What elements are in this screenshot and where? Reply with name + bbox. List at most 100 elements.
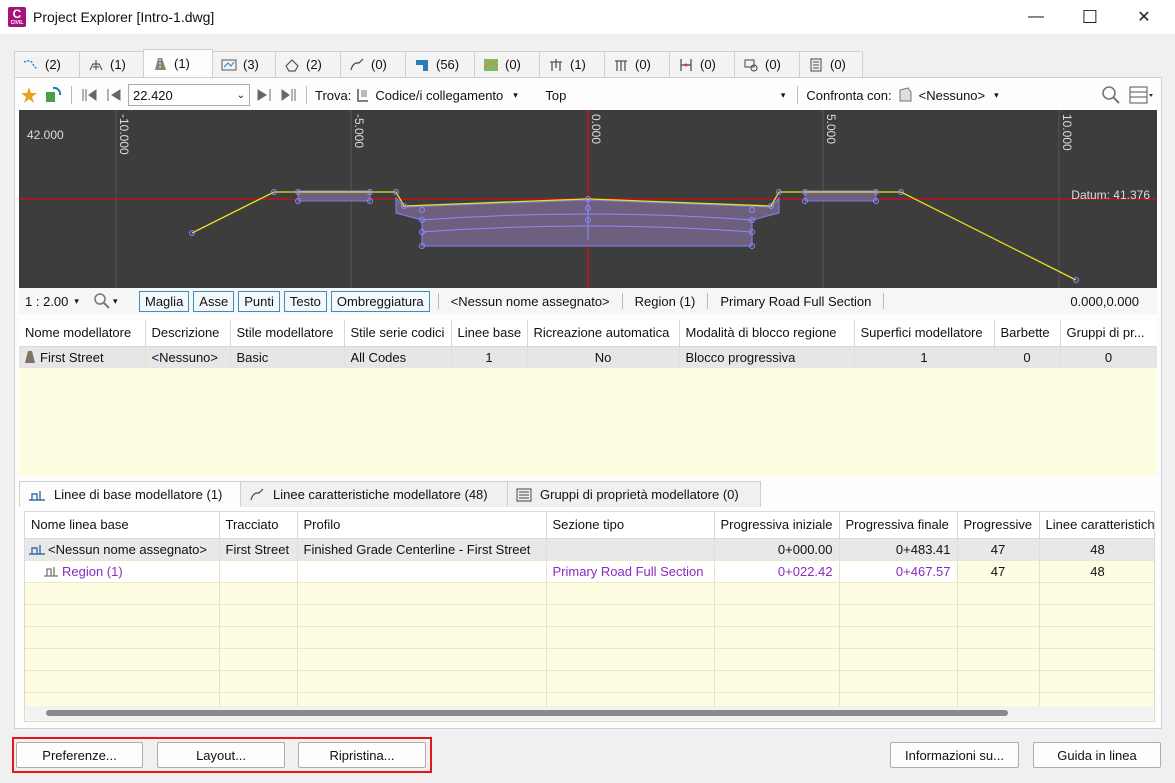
restore-button[interactable]: Ripristina... <box>298 742 426 768</box>
toggle-mesh-button[interactable]: Maglia <box>139 290 190 312</box>
maximize-button[interactable]: ☐ <box>1067 0 1113 34</box>
column-header[interactable]: Linee caratteristich <box>1039 512 1154 539</box>
column-header[interactable]: Ricreazione automatica <box>527 320 680 347</box>
view-controls-bar: 1 : 2.00 ▾ ▾ Maglia Asse Punti Testo Omb… <box>19 288 1157 314</box>
object-type-tabs: (2) (1) (1) (3) (2) (0) (56) (0) (1) (0)… <box>14 49 863 77</box>
column-header[interactable]: Nome linea base <box>25 512 220 539</box>
offset-label: -10.000 <box>117 114 131 155</box>
tab-alignments[interactable]: (2) <box>14 51 80 77</box>
baseline-icon <box>29 490 45 501</box>
intersection-icon <box>615 59 627 71</box>
table-row[interactable]: Region (1) Primary Road Full Section 0+0… <box>25 560 1154 583</box>
column-header[interactable]: Tracciato <box>219 512 298 539</box>
tab-subassemblies[interactable]: (1) <box>539 51 605 77</box>
table-row[interactable]: <Nessun nome assegnato> First Street Fin… <box>25 538 1154 561</box>
current-assembly: Primary Road Full Section <box>720 293 872 309</box>
offset-label: 0.000 <box>589 114 603 144</box>
table-header-row: Nome linea base Tracciato Profilo Sezion… <box>25 512 1154 539</box>
toolbar-separator <box>71 86 72 104</box>
tab-profiles[interactable]: (3) <box>212 51 276 77</box>
column-header[interactable]: Progressive <box>957 512 1040 539</box>
last-station-icon[interactable] <box>278 85 298 105</box>
baseline-icon <box>29 544 45 555</box>
column-header[interactable]: Linee base <box>451 320 528 347</box>
offset-label: 10.000 <box>1060 114 1074 151</box>
chevron-down-icon: ▾ <box>994 89 999 100</box>
view-frame-icon <box>744 59 758 71</box>
scrollbar-thumb[interactable] <box>46 710 1008 716</box>
tab-assemblies[interactable]: (1) <box>79 51 144 77</box>
table-row <box>25 582 1154 605</box>
current-region: Region (1) <box>634 293 696 309</box>
compare-combo[interactable]: <Nessuno> ▾ <box>896 86 999 104</box>
column-header[interactable]: Superfici modellatore <box>854 320 995 347</box>
column-header[interactable]: Profilo <box>297 512 547 539</box>
table-row <box>25 670 1154 693</box>
corridor-icon <box>155 57 166 70</box>
toggle-points-button[interactable]: Punti <box>238 290 280 312</box>
column-header[interactable]: Progressiva finale <box>839 512 958 539</box>
corridor-icon <box>25 350 35 363</box>
zoom-magnifier-icon[interactable] <box>1101 85 1121 105</box>
tab-view-frames[interactable]: (0) <box>734 51 800 77</box>
new-star-icon[interactable] <box>19 85 39 105</box>
column-header[interactable]: Gruppi di pr... <box>1060 320 1157 347</box>
tab-pipe-networks[interactable]: (56) <box>405 51 475 77</box>
zoom-combo[interactable]: ▾ <box>93 292 135 310</box>
property-set-icon <box>516 488 532 501</box>
tab-baselines[interactable]: Linee di base modellatore (1) <box>19 481 241 507</box>
minimize-button[interactable]: — <box>1013 0 1059 34</box>
scale-combo[interactable]: 1 : 2.00 ▾ <box>25 294 89 309</box>
column-header[interactable]: Stile serie codici <box>344 320 452 347</box>
about-button[interactable]: Informazioni su... <box>890 742 1019 768</box>
tab-sample-lines[interactable]: (0) <box>669 51 735 77</box>
chevron-down-icon: ▾ <box>780 89 786 100</box>
table-row[interactable]: First Street <Nessuno> Basic All Codes 1… <box>19 346 1157 368</box>
find-type-combo[interactable]: Codice/i collegamento ▾ <box>355 87 537 103</box>
station-combo[interactable]: 22.420 ⌄ <box>128 84 250 106</box>
find-text-combo[interactable]: Top ▾ <box>541 84 790 106</box>
subassembly-icon <box>550 58 562 71</box>
toggle-shading-button[interactable]: Ombreggiatura <box>330 290 430 312</box>
find-label: Trova: <box>315 87 352 103</box>
column-header[interactable]: Progressiva iniziale <box>714 512 840 539</box>
column-header[interactable]: Barbette <box>994 320 1061 347</box>
elevation-label: 42.000 <box>27 128 64 142</box>
tab-feature-lines[interactable]: (0) <box>340 51 406 77</box>
layout-menu-icon[interactable] <box>1125 85 1157 105</box>
link-code-icon <box>357 89 369 102</box>
app-logo-icon: C CIVIL <box>8 7 26 27</box>
tab-property-sets[interactable]: Gruppi di proprietà modellatore (0) <box>507 481 761 507</box>
toggle-axis-button[interactable]: Asse <box>193 290 235 312</box>
column-header[interactable]: Descrizione <box>145 320 231 347</box>
table-row <box>25 604 1154 627</box>
column-header[interactable]: Sezione tipo <box>546 512 715 539</box>
tab-corridors[interactable]: (1) <box>143 49 213 77</box>
window-title: Project Explorer [Intro-1.dwg] <box>33 9 215 25</box>
toggle-text-button[interactable]: Testo <box>283 290 327 312</box>
compare-label: Confronta con: <box>806 87 892 103</box>
feature-line-icon <box>350 58 364 70</box>
surface-icon <box>285 58 299 72</box>
tab-grading[interactable]: (0) <box>474 51 540 77</box>
toolbar-separator <box>797 86 799 104</box>
refresh-icon[interactable] <box>43 85 63 105</box>
tab-feature-lines[interactable]: Linee caratteristiche modellatore (48) <box>240 481 508 507</box>
toolbar-separator <box>306 86 307 104</box>
online-help-button[interactable]: Guida in linea <box>1033 742 1161 768</box>
next-station-icon[interactable] <box>254 85 274 105</box>
tab-intersections[interactable]: (0) <box>604 51 670 77</box>
column-header[interactable]: Stile modellatore <box>230 320 345 347</box>
first-station-icon[interactable] <box>80 85 100 105</box>
section-viewport[interactable]: 42.000 -10.000 -5.000 0.000 5.000 10.000… <box>19 110 1157 288</box>
tab-surfaces[interactable]: (2) <box>275 51 341 77</box>
close-button[interactable]: ✕ <box>1121 0 1167 34</box>
corridor-sub-tabs: Linee di base modellatore (1) Linee cara… <box>19 481 761 507</box>
column-header[interactable]: Nome modellatore <box>19 320 146 347</box>
previous-station-icon[interactable] <box>104 85 124 105</box>
layout-button[interactable]: Layout... <box>157 742 285 768</box>
preferences-button[interactable]: Preferenze... <box>16 742 143 768</box>
table-row <box>25 626 1154 649</box>
column-header[interactable]: Modalità di blocco regione <box>679 320 855 347</box>
tab-sheets[interactable]: (0) <box>799 51 863 77</box>
